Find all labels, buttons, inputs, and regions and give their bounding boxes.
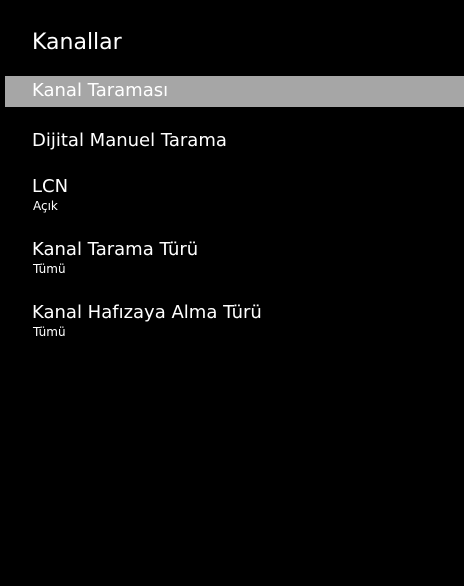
menu-item-label: LCN bbox=[32, 176, 69, 197]
menu-item-channel-scan[interactable]: Kanal Taraması bbox=[5, 76, 464, 107]
channels-menu-screen: Kanallar Kanal Taraması Dijital Manuel T… bbox=[0, 0, 464, 586]
menu-item-label: Dijital Manuel Tarama bbox=[32, 130, 227, 151]
menu-item-channel-scan-type[interactable]: Kanal Tarama Türü Tümü bbox=[5, 238, 464, 282]
menu-item-lcn[interactable]: LCN Açık bbox=[5, 175, 464, 219]
menu-item-label: Kanal Hafızaya Alma Türü bbox=[32, 302, 262, 323]
menu-item-label: Kanal Taraması bbox=[32, 80, 169, 101]
menu-item-value: Tümü bbox=[33, 325, 66, 339]
page-title: Kanallar bbox=[32, 30, 122, 55]
menu-item-value: Açık bbox=[33, 199, 58, 213]
menu-item-value: Tümü bbox=[33, 262, 66, 276]
menu-item-digital-manual-scan[interactable]: Dijital Manuel Tarama bbox=[5, 126, 464, 157]
menu-item-label: Kanal Tarama Türü bbox=[32, 239, 199, 260]
menu-item-channel-store-type[interactable]: Kanal Hafızaya Alma Türü Tümü bbox=[5, 301, 464, 345]
